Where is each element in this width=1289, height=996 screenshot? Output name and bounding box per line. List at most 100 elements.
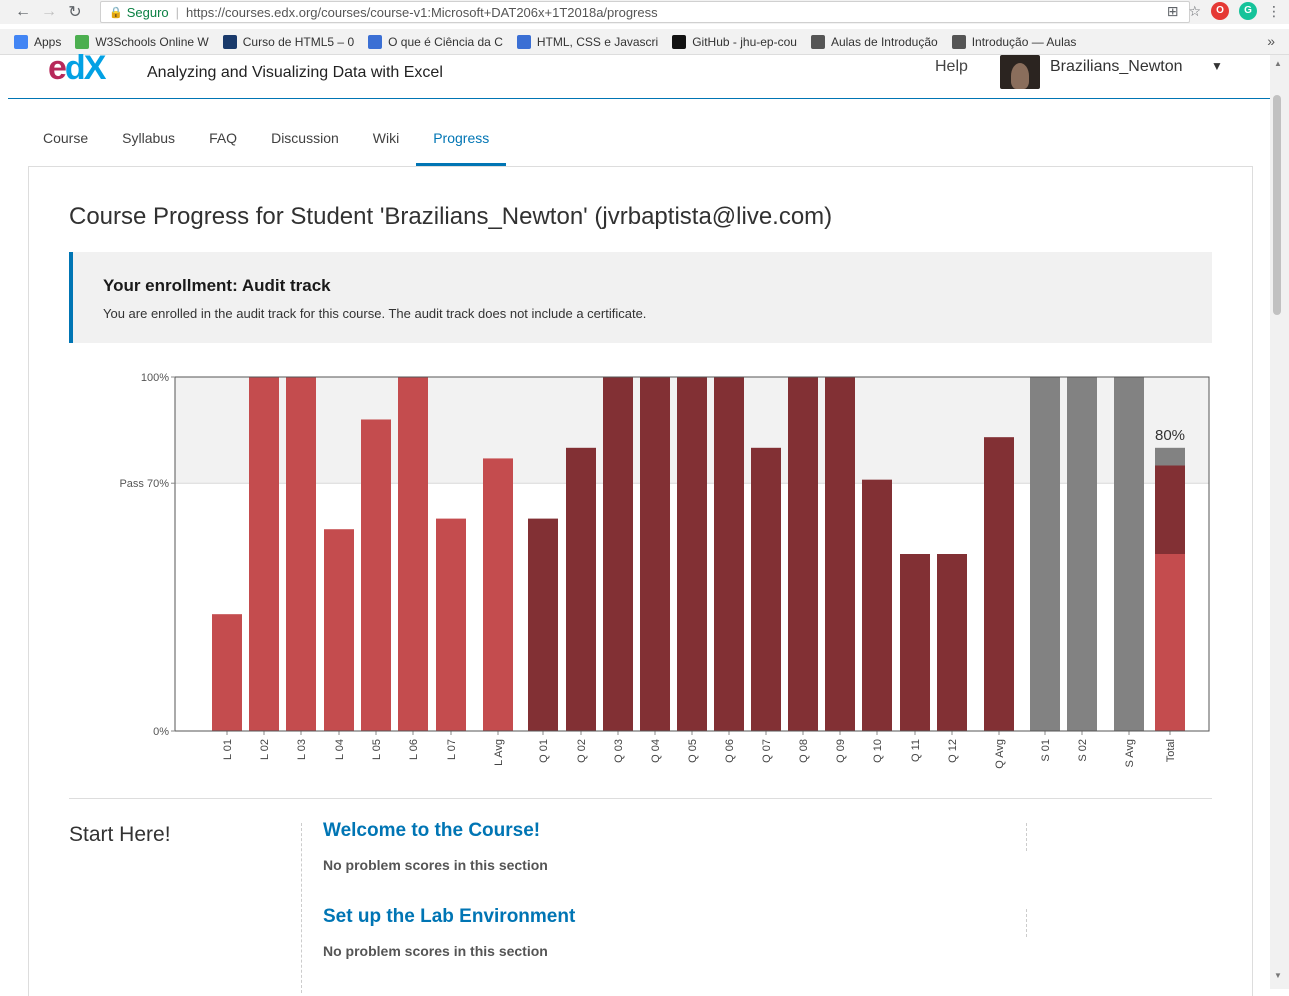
x-tick-label: L 04 — [334, 739, 346, 760]
bookmark-item[interactable]: O que é Ciência da C — [368, 34, 503, 49]
bookmark-icon — [222, 34, 237, 49]
bookmark-icon — [516, 34, 531, 49]
chart-bar — [361, 419, 391, 731]
translate-icon[interactable]: ⊞ — [1167, 3, 1179, 20]
scroll-up-icon[interactable]: ▲ — [1274, 59, 1282, 68]
username[interactable]: Brazilians_Newton — [1050, 58, 1183, 76]
bookmark-label: Aulas de Introdução — [830, 34, 938, 49]
progress-panel: Course Progress for Student 'Brazilians_… — [28, 166, 1253, 996]
chart-bar — [714, 377, 744, 731]
bookmark-label: HTML, CSS e Javascri — [536, 34, 659, 49]
chart-bar — [862, 479, 892, 731]
bookmark-item[interactable]: HTML, CSS e Javascri — [516, 34, 659, 49]
chart-bar — [212, 614, 242, 731]
bookmark-icon — [368, 34, 383, 49]
chart-bar — [603, 377, 633, 731]
chart-bar — [984, 437, 1014, 731]
bookmark-item[interactable]: Curso de HTML5 – 0 — [222, 34, 355, 49]
tab-wiki[interactable]: Wiki — [356, 118, 416, 166]
chart-bar — [483, 458, 513, 731]
x-tick-label: Q Avg — [994, 739, 1006, 769]
bookmark-item[interactable]: Aulas de Introdução — [810, 34, 938, 49]
x-tick-label: Q 06 — [724, 739, 736, 763]
chart-bar — [398, 377, 428, 731]
chart-bar — [937, 554, 967, 731]
bookmark-label: Apps — [34, 34, 62, 49]
bookmarks-bar: Apps W3Schools Online W Curso de HTML5 – 0… — [0, 29, 1289, 55]
bookmark-item[interactable]: GitHub - jhu-ep-cou — [672, 34, 797, 49]
bookmarks-overflow-icon[interactable]: » — [1267, 33, 1275, 49]
section-title: Start Here! — [69, 823, 171, 846]
x-tick-label: L 07 — [446, 739, 458, 760]
x-tick-label: L 03 — [296, 739, 308, 760]
dashed-divider — [1026, 823, 1027, 851]
bookmark-label: O que é Ciência da C — [388, 34, 503, 49]
tab-discussion[interactable]: Discussion — [254, 118, 356, 166]
tab-syllabus[interactable]: Syllabus — [105, 118, 192, 166]
chart-bar — [677, 377, 707, 731]
y-tick-label: 0% — [153, 726, 169, 738]
bookmark-star-icon[interactable]: ☆ — [1188, 3, 1201, 20]
tab-course[interactable]: Course — [26, 118, 105, 166]
grammarly-icon[interactable]: G — [1239, 2, 1257, 20]
avatar[interactable] — [1000, 55, 1040, 89]
reload-icon[interactable]: ↻ — [62, 2, 88, 22]
chart-bar — [566, 447, 596, 731]
x-tick-label: Q 02 — [576, 739, 588, 763]
chart-bar — [528, 518, 558, 731]
subsection-title-link[interactable]: Welcome to the Course! — [323, 820, 1023, 842]
chart-bar-segment — [1155, 554, 1185, 731]
tab-progress[interactable]: Progress — [416, 118, 507, 166]
x-tick-label: Q 01 — [538, 739, 550, 763]
page-scrollbar[interactable]: ▲ ▼ — [1270, 55, 1289, 989]
extension-icons: ⊞ ☆ O G ⋮ — [1167, 2, 1281, 20]
chart-bar — [1067, 377, 1097, 731]
x-tick-label: L Avg — [493, 739, 505, 766]
chart-bar-segment — [1155, 465, 1185, 554]
bookmark-label: Curso de HTML5 – 0 — [242, 34, 355, 49]
url-text[interactable]: https://courses.edx.org/courses/course-v… — [186, 5, 658, 20]
menu-kebab-icon[interactable]: ⋮ — [1267, 3, 1281, 20]
x-tick-label: S 02 — [1077, 739, 1089, 762]
bookmark-item[interactable]: Apps — [14, 34, 62, 49]
chart-bar — [825, 377, 855, 731]
bookmark-icon — [951, 34, 966, 49]
chart-bar — [900, 554, 930, 731]
x-tick-label: L 06 — [408, 739, 420, 760]
bookmark-icon — [672, 34, 687, 49]
scroll-down-icon[interactable]: ▼ — [1274, 971, 1282, 980]
chart-bar — [249, 377, 279, 731]
progress-chart: L 01 L 02 L 03 L 04 L 05 L 06 L 07 L Avg Q 01 Q 0… — [119, 372, 1210, 769]
bookmark-label: GitHub - jhu-ep-cou — [692, 34, 797, 49]
course-name: Analyzing and Visualizing Data with Exce… — [147, 64, 443, 81]
bookmark-label: W3Schools Online W — [95, 34, 209, 49]
subsection-note: No problem scores in this section — [323, 857, 548, 873]
x-tick-label: Q 12 — [947, 739, 959, 763]
scroll-thumb[interactable] — [1273, 95, 1281, 315]
opera-extension-icon[interactable]: O — [1211, 2, 1229, 20]
edx-logo[interactable]: edX — [48, 49, 106, 88]
back-icon[interactable]: ← — [10, 3, 36, 21]
subsection-title-link[interactable]: Set up the Lab Environment — [323, 906, 1023, 928]
chevron-down-icon[interactable]: ▼ — [1211, 59, 1223, 73]
forward-icon[interactable]: → — [36, 3, 62, 21]
subsection: Set up the Lab Environment No problem sc… — [323, 906, 1023, 959]
chart-bar — [324, 529, 354, 731]
y-tick-label: Pass 70% — [119, 478, 169, 490]
address-bar[interactable]: 🔒 Seguro | https://courses.edx.org/cours… — [100, 1, 1190, 23]
secure-label: Seguro — [126, 4, 169, 20]
help-link[interactable]: Help — [935, 58, 968, 76]
subsection: Welcome to the Course! No problem scores… — [323, 820, 1023, 873]
bookmark-item[interactable]: W3Schools Online W — [75, 34, 209, 49]
course-tabs: Course Syllabus FAQ Discussion Wiki Progress — [26, 118, 507, 166]
bookmark-icon — [810, 34, 825, 49]
bookmark-item[interactable]: Introdução — Aulas — [951, 34, 1077, 49]
x-tick-label: S Avg — [1124, 739, 1136, 768]
y-tick-label: 100% — [141, 372, 169, 384]
x-tick-label: Q 10 — [872, 739, 884, 763]
subsection-note: No problem scores in this section — [323, 943, 548, 959]
tab-faq[interactable]: FAQ — [192, 118, 254, 166]
bookmark-label: Introdução — Aulas — [971, 34, 1077, 49]
x-tick-label: Q 08 — [798, 739, 810, 763]
address-separator: | — [175, 4, 180, 20]
